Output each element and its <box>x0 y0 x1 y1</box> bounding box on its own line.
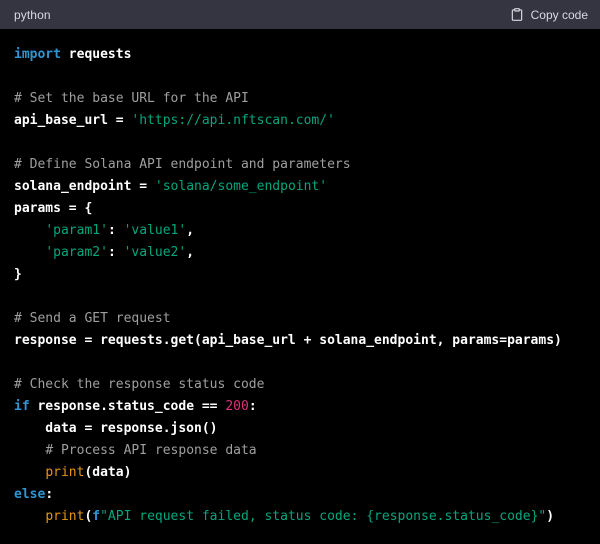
code-token: f <box>92 509 100 524</box>
code-token: 'param1' <box>45 223 108 238</box>
clipboard-icon <box>510 7 524 22</box>
code-token: print <box>45 509 84 524</box>
code-token: data = response.json() <box>14 421 218 436</box>
code-token: 'https://api.nftscan.com/' <box>131 113 335 128</box>
code-token: # Process API response data <box>45 443 256 458</box>
code-line: 'param1': 'value1', <box>14 220 586 242</box>
code-content: import requests # Set the base URL for t… <box>0 29 600 544</box>
code-line: print(data) <box>14 462 586 484</box>
code-token <box>14 509 45 524</box>
code-token: 'param2' <box>45 245 108 260</box>
code-token: requests <box>61 47 131 62</box>
code-line: if response.status_code == 200: <box>14 396 586 418</box>
code-token: , <box>186 223 194 238</box>
code-line: api_base_url = 'https://api.nftscan.com/… <box>14 110 586 132</box>
code-line: else: <box>14 484 586 506</box>
code-token: # Set the base URL for the API <box>14 91 249 106</box>
code-token: response.status_code == <box>30 399 226 414</box>
code-line <box>14 66 586 88</box>
code-token <box>14 223 45 238</box>
code-token: api_base_url = <box>14 113 131 128</box>
code-token: params = { <box>14 201 92 216</box>
code-token: ) <box>546 509 554 524</box>
code-token: if <box>14 399 30 414</box>
code-token: : <box>249 399 257 414</box>
code-token: response = requests.get(api_base_url + s… <box>14 333 562 348</box>
code-token: 'value2' <box>124 245 187 260</box>
code-line: response = requests.get(api_base_url + s… <box>14 330 586 352</box>
code-line: # Check the response status code <box>14 374 586 396</box>
code-line: print(f"API request failed, status code:… <box>14 506 586 528</box>
code-line: # Define Solana API endpoint and paramet… <box>14 154 586 176</box>
code-line: import requests <box>14 44 586 66</box>
code-token <box>14 443 45 458</box>
code-token: 200 <box>225 399 248 414</box>
copy-code-button[interactable]: Copy code <box>510 5 588 24</box>
code-block-header: python Copy code <box>0 0 600 29</box>
code-token: # Define Solana API endpoint and paramet… <box>14 157 351 172</box>
code-token <box>14 465 45 480</box>
code-line: } <box>14 264 586 286</box>
code-token: : <box>108 245 124 260</box>
code-token: 'solana/some_endpoint' <box>155 179 327 194</box>
code-line <box>14 132 586 154</box>
code-token: else <box>14 487 45 502</box>
code-line: # Process API response data <box>14 440 586 462</box>
code-token <box>14 245 45 260</box>
code-line: # Send a GET request <box>14 308 586 330</box>
code-token: # Send a GET request <box>14 311 171 326</box>
code-line: data = response.json() <box>14 418 586 440</box>
code-line: # Set the base URL for the API <box>14 88 586 110</box>
code-token: (data) <box>84 465 131 480</box>
code-line <box>14 286 586 308</box>
code-token: : <box>108 223 124 238</box>
code-token: # Check the response status code <box>14 377 264 392</box>
copy-code-label: Copy code <box>531 8 588 22</box>
code-token: print <box>45 465 84 480</box>
code-token: : <box>45 487 53 502</box>
code-token: 'value1' <box>124 223 187 238</box>
code-line <box>14 352 586 374</box>
code-line: solana_endpoint = 'solana/some_endpoint' <box>14 176 586 198</box>
code-block: python Copy code import requests # Set t… <box>0 0 600 544</box>
code-token: solana_endpoint = <box>14 179 155 194</box>
code-line: params = { <box>14 198 586 220</box>
code-token: import <box>14 47 61 62</box>
code-scroll-area[interactable]: import requests # Set the base URL for t… <box>0 29 600 544</box>
code-token: , <box>186 245 194 260</box>
language-label: python <box>14 8 51 22</box>
code-token: } <box>14 267 22 282</box>
code-line: 'param2': 'value2', <box>14 242 586 264</box>
code-token: "API request failed, status code: {respo… <box>100 509 546 524</box>
